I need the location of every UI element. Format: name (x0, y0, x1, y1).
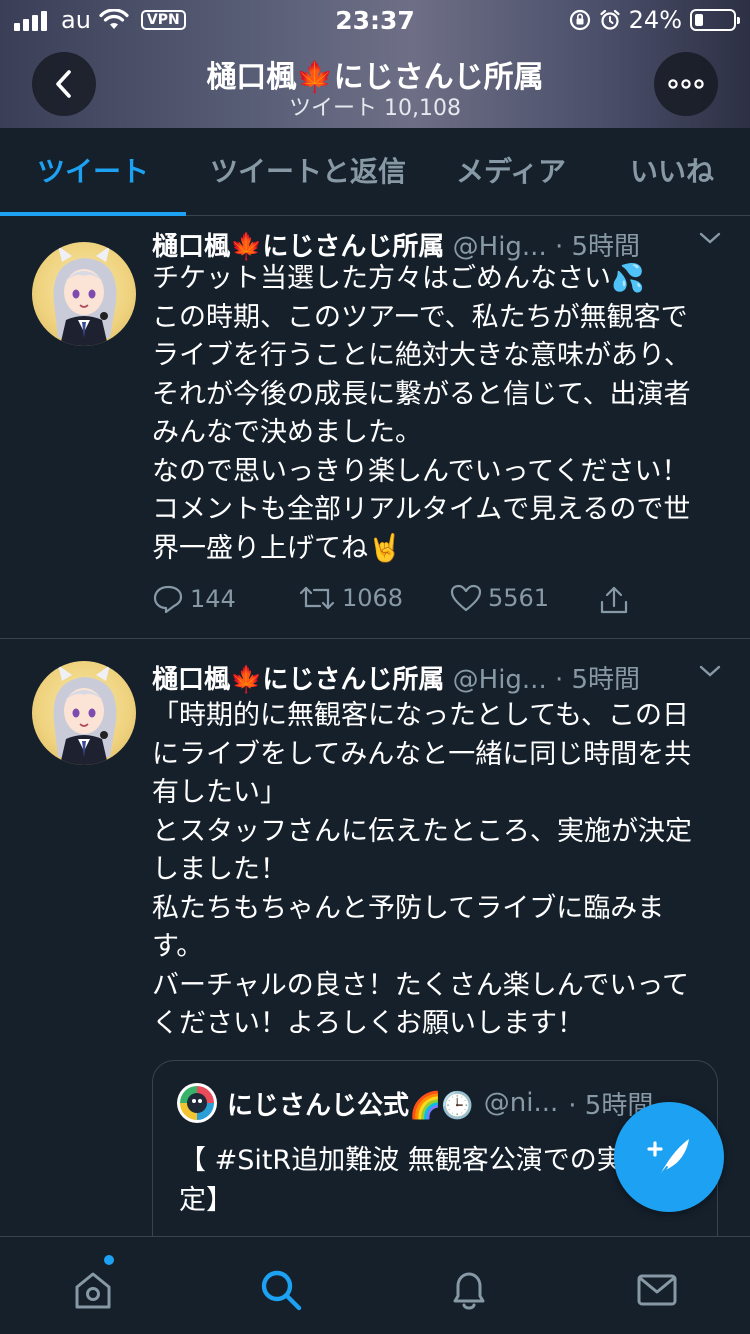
quoted-author-name: にじさんじ公式🌈🕒 (227, 1090, 474, 1121)
mail-icon (637, 1274, 677, 1306)
bottom-nav (0, 1236, 750, 1334)
compose-tweet-icon (647, 1139, 689, 1178)
quoted-author-handle: @ni... (483, 1088, 559, 1118)
compose-tweet-button[interactable] (614, 1102, 724, 1212)
avatar[interactable] (32, 242, 136, 346)
nav-messages[interactable] (632, 1265, 682, 1315)
tweet-count: ツイート 10,108 (289, 96, 461, 121)
like-count: 5561 (488, 584, 550, 612)
more-button[interactable] (654, 52, 718, 116)
search-icon (261, 1270, 302, 1311)
nav-notifications[interactable] (444, 1265, 494, 1315)
author-name[interactable]: 樋口楓🍁にじさんじ所属 (152, 232, 444, 262)
tab-media[interactable]: メディア (440, 128, 582, 216)
battery-icon (690, 9, 740, 31)
alarm-icon (600, 9, 620, 30)
avatar[interactable] (32, 661, 136, 765)
profile-tabs: ツイート ツイートと返信 メディア いいね (0, 128, 750, 216)
tweet-time: · 5時間 (554, 665, 641, 695)
author-handle[interactable]: @Hig... (453, 232, 547, 262)
bell-icon (453, 1272, 485, 1310)
retweet-icon (299, 586, 335, 610)
retweet-button[interactable]: 1068 (298, 584, 403, 612)
home-icon (75, 1272, 111, 1309)
reply-button[interactable]: 144 (152, 584, 236, 614)
author-name[interactable]: 樋口楓🍁にじさんじ所属 (152, 665, 444, 695)
tab-tweets-and-replies[interactable]: ツイートと返信 (200, 128, 416, 216)
tweet-text: チケット当選した方々はごめんなさい💦 この時期、このツアーで、私たちが無観客で … (152, 263, 691, 564)
retweet-count: 1068 (342, 584, 404, 612)
home-notification-dot (104, 1255, 114, 1265)
status-right: 24% (569, 6, 740, 34)
avatar-illustration (53, 665, 117, 765)
like-button[interactable]: 5561 (450, 584, 549, 612)
nav-home[interactable] (68, 1265, 118, 1315)
share-icon (600, 586, 628, 614)
tweet-text: 「時期的に無観客になったとしても、この日 にライブをしてみんなと一緒に同じ時間を… (152, 700, 692, 1039)
author-handle[interactable]: @Hig... (453, 665, 547, 695)
quoted-tweet-header: にじさんじ公式🌈🕒 @ni... · 5時間 (177, 1083, 653, 1123)
avatar-illustration (53, 246, 117, 346)
tab-likes[interactable]: いいね (610, 128, 734, 216)
reply-icon (153, 585, 183, 614)
orientation-lock-icon (569, 9, 590, 31)
tweet-header: 樋口楓🍁にじさんじ所属 @Hig... · 5時間 (152, 659, 722, 699)
more-horizontal-icon (668, 79, 704, 89)
tweet[interactable]: 樋口楓🍁にじさんじ所属 @Hig... · 5時間 チケット当選した方々はごめん… (0, 216, 750, 639)
profile-header: au VPN 23:37 24% 樋口楓🍁にじさんじ所属 ツイート 10,108 (0, 0, 750, 128)
battery-percent: 24% (628, 6, 682, 34)
chevron-down-icon[interactable] (698, 663, 722, 679)
nav-search[interactable] (256, 1265, 306, 1315)
status-bar: au VPN 23:37 24% (0, 0, 750, 40)
share-button[interactable] (598, 584, 630, 616)
tab-tweets[interactable]: ツイート (0, 128, 186, 216)
reply-count: 144 (190, 585, 236, 613)
tweet-actions: 144 1068 5561 (152, 584, 672, 624)
nijisanji-logo[interactable] (177, 1083, 217, 1123)
tweet-time: · 5時間 (554, 232, 641, 262)
chevron-down-icon[interactable] (698, 230, 722, 246)
heart-icon (450, 584, 482, 612)
